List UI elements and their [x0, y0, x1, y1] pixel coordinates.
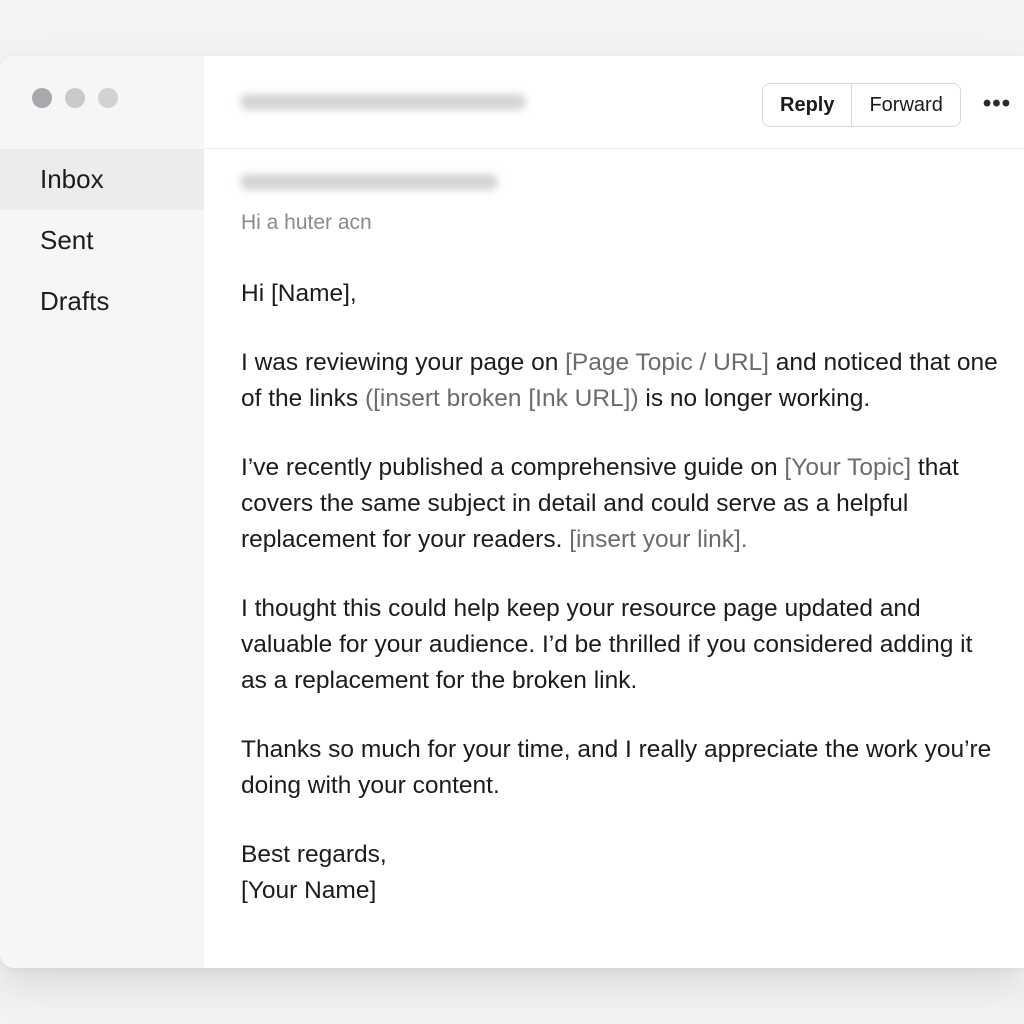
forward-button[interactable]: Forward: [852, 84, 960, 126]
placeholder-broken-link: ([insert broken [Ink URL]): [364, 385, 639, 412]
message-body: Hi [Name], I was reviewing your page on …: [241, 276, 1001, 942]
sidebar: Inbox Sent Drafts: [0, 56, 205, 968]
placeholder-your-topic: [Your Topic]: [784, 454, 912, 481]
paragraph-3: I thought this could help keep your reso…: [241, 595, 973, 694]
sidebar-item-drafts[interactable]: Drafts: [0, 271, 204, 332]
sign-off-text: Best regards,: [241, 841, 387, 868]
reply-button[interactable]: Reply: [763, 84, 853, 126]
signature: [Your Name]: [241, 877, 377, 904]
paragraph-2: I’ve recently published a comprehensive …: [241, 450, 1001, 558]
minimize-window-button[interactable]: [65, 88, 85, 108]
message-pane: Reply Forward ••• Hi a huter acn Hi [Nam…: [204, 56, 1024, 968]
greeting: Hi [Name],: [241, 280, 357, 307]
placeholder-page-topic: [Page Topic / URL]: [565, 349, 769, 376]
reply-forward-group: Reply Forward: [762, 83, 961, 127]
paragraph-1-text-a: I was reviewing your page on: [241, 349, 566, 376]
paragraph-1: I was reviewing your page on [Page Topic…: [241, 345, 1001, 417]
blurred-sender: [240, 174, 498, 190]
sign-off: Best regards, [Your Name]: [241, 837, 1001, 909]
paragraph-4: Thanks so much for your time, and I real…: [241, 736, 992, 799]
sidebar-item-sent[interactable]: Sent: [0, 210, 204, 271]
sidebar-item-inbox[interactable]: Inbox: [0, 149, 204, 210]
message-snippet: Hi a huter acn: [241, 211, 372, 234]
paragraph-2-text-a: I’ve recently published a comprehensive …: [241, 454, 785, 481]
placeholder-your-link: [insert your link].: [569, 526, 748, 553]
mail-window: Inbox Sent Drafts Reply Forward ••• Hi a…: [0, 56, 1024, 968]
window-controls: [32, 88, 118, 108]
message-toolbar: Reply Forward •••: [204, 56, 1024, 149]
mailbox-nav: Inbox Sent Drafts: [0, 149, 204, 332]
zoom-window-button[interactable]: [98, 88, 118, 108]
paragraph-1-text-e: is no longer working.: [638, 385, 871, 412]
close-window-button[interactable]: [32, 88, 52, 108]
blurred-subject: [240, 94, 526, 110]
more-options-icon[interactable]: •••: [982, 86, 1012, 122]
